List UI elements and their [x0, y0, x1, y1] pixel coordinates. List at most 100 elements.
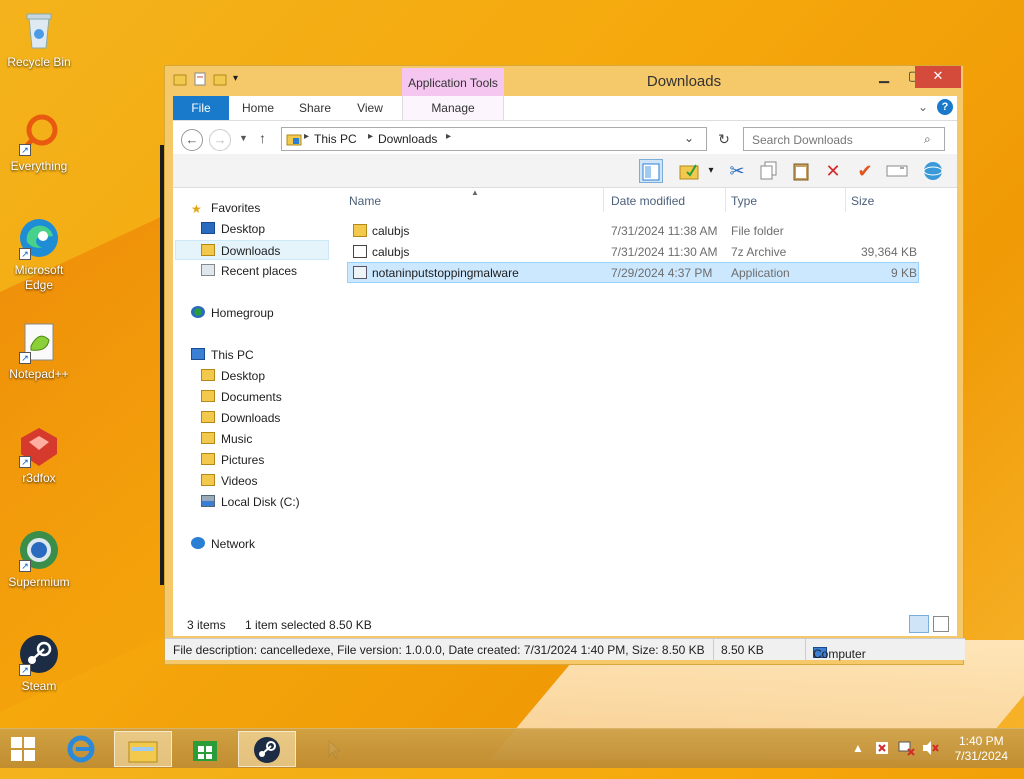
desktop-icon-notepad-plus-plus[interactable]: ↗ Notepad++	[4, 320, 74, 382]
nav-this-pc-downloads[interactable]: Downloads	[201, 408, 280, 428]
taskbar-steam[interactable]	[238, 731, 296, 767]
desktop-icon-label: Microsoft Edge	[14, 263, 64, 292]
breadcrumb-this-pc[interactable]: This PC	[314, 132, 357, 146]
volume-muted-icon[interactable]	[922, 740, 940, 759]
file-row-selected[interactable]: notaninputstoppingmalware 7/29/2024 4:37…	[347, 262, 919, 283]
tab-home[interactable]: Home	[231, 96, 285, 120]
search-icon[interactable]: ⌕	[924, 132, 931, 147]
star-icon: ★	[191, 202, 202, 216]
archive-icon	[353, 245, 367, 258]
file-date: 7/31/2024 11:30 AM	[611, 245, 718, 259]
forward-button[interactable]: →	[209, 129, 231, 151]
shortcut-arrow-icon: ↗	[19, 144, 31, 156]
title-bar[interactable]: ▾ Application Tools Downloads ▁ ▢ ✕	[165, 66, 963, 96]
large-icons-view-button[interactable]	[933, 616, 949, 632]
clock[interactable]: 1:40 PM 7/31/2024	[955, 734, 1008, 764]
paste-icon[interactable]	[789, 159, 813, 183]
shortcut-arrow-icon: ↗	[19, 456, 31, 468]
address-input[interactable]: ▸ This PC ▸ Downloads ▸ ⌄	[281, 127, 707, 151]
folder-icon	[201, 369, 215, 381]
steam-icon	[254, 737, 280, 763]
nav-favorites-recent-places[interactable]: Recent places	[201, 261, 297, 281]
supermium-icon: ↗	[17, 528, 61, 572]
desktop-icon-r3dfox[interactable]: ↗ r3dfox	[4, 424, 74, 486]
minimize-button[interactable]: ▁	[869, 66, 899, 88]
shortcut-arrow-icon: ↗	[19, 560, 31, 572]
desktop-icon-label: Supermium	[8, 575, 70, 589]
nav-this-pc[interactable]: This PC	[191, 345, 254, 365]
file-row[interactable]: calubjs 7/31/2024 11:38 AM File folder	[347, 220, 919, 241]
close-button[interactable]: ✕	[915, 66, 961, 88]
folder-icon	[201, 390, 215, 402]
desktop-icon-label: Everything	[10, 159, 68, 173]
details-location: Computer	[813, 647, 866, 661]
nav-this-pc-pictures[interactable]: Pictures	[201, 450, 264, 470]
cut-icon[interactable]: ✂	[725, 159, 749, 183]
preview-pane-icon[interactable]	[639, 159, 663, 183]
file-row[interactable]: calubjs 7/31/2024 11:30 AM 7z Archive 39…	[347, 241, 919, 262]
nav-this-pc-desktop[interactable]: Desktop	[201, 366, 265, 386]
desktop-icon-steam[interactable]: ↗ Steam	[4, 632, 74, 694]
nav-this-pc-videos[interactable]: Videos	[201, 471, 257, 491]
column-header-size[interactable]: Size	[851, 194, 874, 208]
file-list: Name ▲ Date modified Type Size calubjs 7…	[345, 188, 957, 636]
breadcrumb-downloads[interactable]: Downloads	[378, 132, 437, 146]
address-dropdown-icon[interactable]: ⌄	[684, 131, 694, 145]
desktop-icon-label: r3dfox	[22, 471, 56, 485]
recent-locations-icon[interactable]: ▼	[239, 133, 248, 143]
desktop-icon-supermium[interactable]: ↗ Supermium	[4, 528, 74, 590]
column-header-date[interactable]: Date modified	[611, 194, 685, 208]
start-button[interactable]	[0, 731, 46, 767]
copy-icon[interactable]	[757, 159, 781, 183]
network-status-icon[interactable]	[898, 740, 916, 759]
nav-homegroup[interactable]: Homegroup	[191, 303, 274, 323]
taskbar-file-explorer[interactable]	[114, 731, 172, 767]
details-divider	[805, 639, 806, 661]
nav-favorites-desktop[interactable]: Desktop	[201, 219, 265, 239]
nav-this-pc-local-disk[interactable]: Local Disk (C:)	[201, 492, 300, 512]
expand-ribbon-icon[interactable]: ⌄	[918, 100, 928, 114]
everything-icon: ↗	[17, 112, 61, 156]
select-icon[interactable]: ✔	[853, 159, 877, 183]
edge-icon: ↗	[17, 216, 61, 260]
action-center-flag-icon[interactable]	[874, 740, 890, 759]
network-icon[interactable]	[921, 159, 945, 183]
delete-icon[interactable]: ✕	[821, 159, 845, 183]
tab-file[interactable]: File	[173, 96, 229, 120]
taskbar-store[interactable]	[176, 731, 234, 767]
search-input[interactable]: Search Downloads ⌕	[743, 127, 945, 151]
internet-explorer-icon	[67, 735, 95, 763]
computer-icon	[191, 348, 205, 360]
column-header-type[interactable]: Type	[731, 194, 757, 208]
column-divider	[603, 188, 604, 212]
nav-favorites-downloads[interactable]: Downloads	[175, 240, 329, 260]
shortcut-arrow-icon: ↗	[19, 352, 31, 364]
notepad-plus-plus-icon: ↗	[17, 320, 61, 364]
r3dfox-icon: ↗	[17, 424, 61, 468]
tab-manage[interactable]: Manage	[402, 96, 504, 120]
nav-favorites[interactable]: ★ Favorites	[191, 198, 260, 218]
desktop-icon-microsoft-edge[interactable]: ↗ Microsoft Edge	[4, 216, 74, 293]
refresh-button[interactable]: ↻	[713, 129, 735, 151]
details-bar: File description: cancelledexe, File ver…	[165, 638, 965, 661]
tab-share[interactable]: Share	[289, 96, 341, 120]
tab-view[interactable]: View	[345, 96, 395, 120]
desktop-icon-everything[interactable]: ↗ Everything	[4, 112, 74, 174]
file-type: 7z Archive	[731, 245, 787, 259]
folder-options-icon[interactable]	[677, 159, 701, 183]
up-button[interactable]: ↑	[259, 130, 266, 146]
nav-network[interactable]: Network	[191, 534, 255, 554]
status-bar: 3 items 1 item selected 8.50 KB	[173, 612, 957, 636]
explorer-window[interactable]: ▾ Application Tools Downloads ▁ ▢ ✕ File…	[164, 65, 965, 665]
desktop-icon-recycle-bin[interactable]: Recycle Bin	[4, 8, 74, 70]
column-header-name[interactable]: Name	[349, 194, 381, 208]
back-button[interactable]: ←	[181, 129, 203, 151]
nav-this-pc-documents[interactable]: Documents	[201, 387, 282, 407]
show-hidden-icons-button[interactable]: ▲	[852, 741, 864, 755]
taskbar-internet-explorer[interactable]	[52, 731, 110, 767]
details-view-button[interactable]	[909, 615, 929, 633]
help-icon[interactable]: ?	[937, 99, 953, 115]
chevron-down-icon[interactable]: ▾	[699, 159, 723, 183]
nav-this-pc-music[interactable]: Music	[201, 429, 252, 449]
rename-icon[interactable]	[885, 159, 909, 183]
